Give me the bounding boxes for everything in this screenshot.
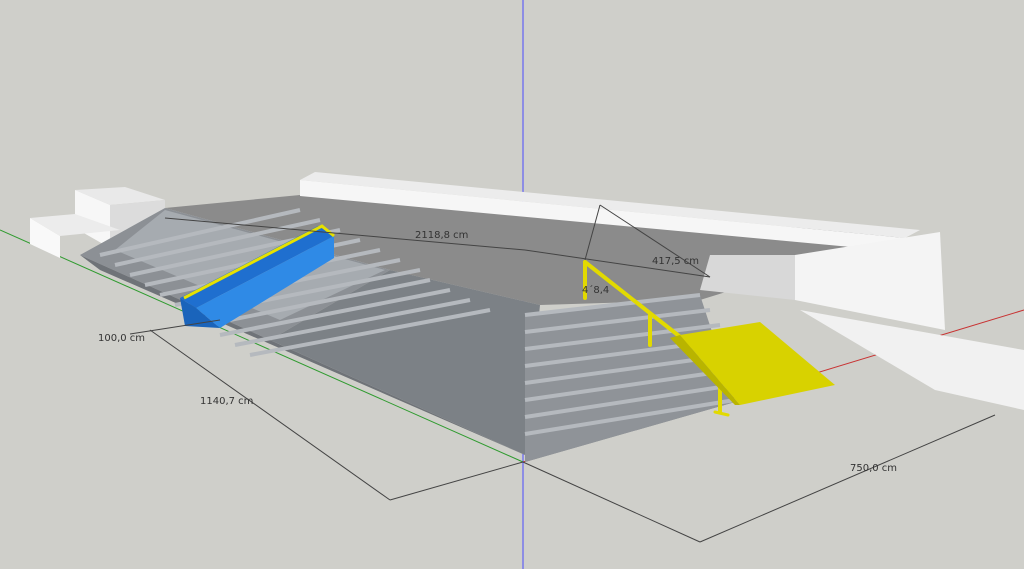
dimension-platform-length: 2118,8 cm [415,230,468,241]
scene-canvas[interactable]: 2118,8 cm 417,5 cm 4´8,4 100,0 cm 1140,7… [0,0,1024,569]
3d-viewport[interactable]: 2118,8 cm 417,5 cm 4´8,4 100,0 cm 1140,7… [0,0,1024,569]
dimension-right-side: 750,0 cm [850,463,897,474]
dimension-front-depth: 100,0 cm [98,333,145,344]
dimension-rail-height: 4´8,4 [582,284,609,296]
dimension-left-side: 1140,7 cm [200,396,253,407]
dimension-rail-length: 417,5 cm [652,256,699,267]
